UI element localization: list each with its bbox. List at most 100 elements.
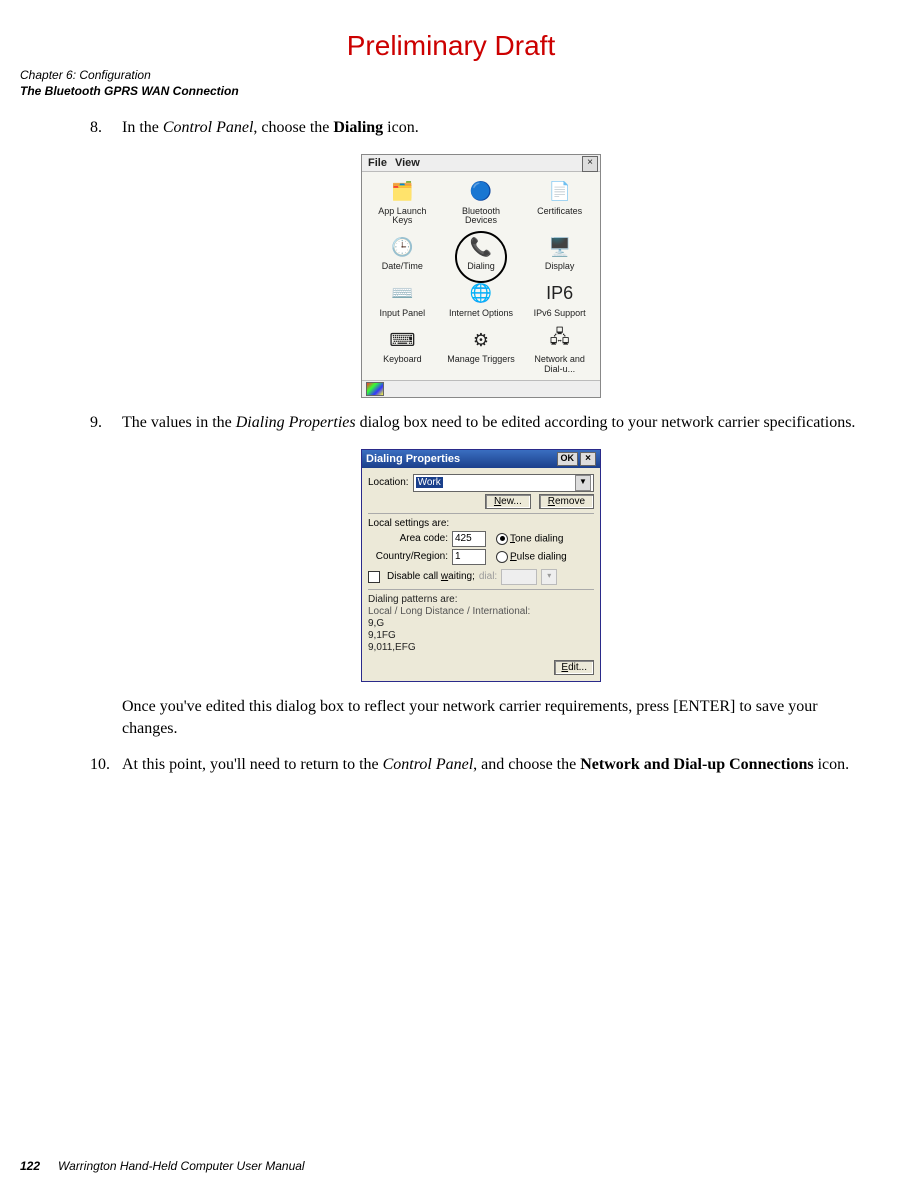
patterns-sub: Local / Long Distance / International: <box>368 606 594 618</box>
step-8-text: In the Control Panel, choose the Dialing… <box>122 117 872 139</box>
step-10-number: 10. <box>90 754 122 776</box>
step-8-number: 8. <box>90 117 122 139</box>
control-panel-item-label: Dialing <box>467 262 495 271</box>
ipv6-icon: IP6 <box>545 280 575 308</box>
text-fragment: In the <box>122 119 163 136</box>
certificates-icon: 📄 <box>545 178 575 206</box>
pattern-line-3: 9,011,EFG <box>368 642 594 654</box>
text-italic: Control Panel <box>383 756 474 773</box>
pulse-dialing-radio[interactable]: Pulse dialing <box>496 551 567 563</box>
control-panel-item-label: Network and Dial-u... <box>525 355 595 374</box>
text-fragment: dialog box need to be edited according t… <box>356 414 856 431</box>
dialog-titlebar: Dialing Properties OK × <box>362 450 600 468</box>
text-italic: Dialing Properties <box>236 414 356 431</box>
pattern-line-1: 9,G <box>368 618 594 630</box>
input-icon: ⌨️ <box>387 280 417 308</box>
text-fragment: At this point, you'll need to return to … <box>122 756 383 773</box>
display-icon: 🖥️ <box>545 233 575 261</box>
disable-call-waiting-label: Disable call waiting; <box>387 571 475 582</box>
footer-text: Warrington Hand-Held Computer User Manua… <box>58 1159 305 1173</box>
control-panel-item[interactable]: 🌐Internet Options <box>443 278 520 322</box>
taskbar <box>362 380 600 397</box>
text-fragment: , choose the <box>253 119 333 136</box>
control-panel-item[interactable]: ⚙Manage Triggers <box>443 324 520 378</box>
control-panel-item-label: App Launch Keys <box>367 207 437 226</box>
dial-label: dial: <box>479 571 497 582</box>
chevron-down-icon: ▾ <box>541 569 557 585</box>
chapter-header: Chapter 6: Configuration The Bluetooth G… <box>20 68 882 99</box>
control-panel-item-label: Bluetooth Devices <box>446 207 516 226</box>
country-region-label: Country/Region: <box>368 551 448 562</box>
date-icon: 🕒 <box>387 233 417 261</box>
text-italic: Control Panel <box>163 119 254 136</box>
location-label: Location: <box>368 477 409 488</box>
pattern-line-2: 9,1FG <box>368 630 594 642</box>
chevron-down-icon[interactable]: ▼ <box>575 475 591 491</box>
control-panel-item-label: Date/Time <box>382 262 423 271</box>
dialing-properties-screenshot: Dialing Properties OK × Location: Work ▼ <box>90 449 872 682</box>
area-code-input[interactable]: 425 <box>452 531 486 547</box>
location-combobox[interactable]: Work ▼ <box>413 474 594 492</box>
page-number: 122 <box>20 1159 40 1173</box>
text-fragment: , and choose the <box>473 756 580 773</box>
close-icon[interactable]: × <box>580 452 596 466</box>
disable-call-waiting-checkbox[interactable] <box>368 571 383 583</box>
location-value: Work <box>416 477 443 488</box>
ok-button[interactable]: OK <box>557 452 579 466</box>
step-9-followup: Once you've edited this dialog box to re… <box>90 696 872 741</box>
tone-dialing-radio[interactable]: Tone dialing <box>496 533 563 545</box>
control-panel-item-label: Keyboard <box>383 355 422 364</box>
edit-button[interactable]: Edit... <box>554 660 594 675</box>
menu-view[interactable]: View <box>395 157 420 169</box>
control-panel-item-label: IPv6 Support <box>534 309 586 318</box>
control-panel-item[interactable]: 🗂️App Launch Keys <box>364 176 441 230</box>
text-fragment: The values in the <box>122 414 236 431</box>
control-panel-item[interactable]: 🕒Date/Time <box>364 231 441 275</box>
step-10-text: At this point, you'll need to return to … <box>122 754 872 776</box>
network-icon: 🖧 <box>545 326 575 354</box>
control-panel-item[interactable]: 🖧Network and Dial-u... <box>521 324 598 378</box>
step-8: 8. In the Control Panel, choose the Dial… <box>90 117 872 139</box>
control-panel-item-label: Internet Options <box>449 309 513 318</box>
dialing-patterns: Dialing patterns are: Local / Long Dista… <box>368 594 594 654</box>
text-fragment: icon. <box>383 119 419 136</box>
manage-icon: ⚙ <box>466 326 496 354</box>
country-region-input[interactable]: 1 <box>452 549 486 565</box>
control-panel-screenshot: File View × 🗂️App Launch Keys🔵Bluetooth … <box>90 154 872 399</box>
control-panel-item-label: Input Panel <box>380 309 426 318</box>
remove-button[interactable]: Remove <box>539 494 594 509</box>
control-panel-item[interactable]: 📄Certificates <box>521 176 598 230</box>
text-bold: Dialing <box>333 119 383 136</box>
control-panel-item-label: Certificates <box>537 207 582 216</box>
local-settings-label: Local settings are: <box>368 518 594 529</box>
dial-input-disabled <box>501 569 537 585</box>
close-button[interactable]: × <box>582 156 598 172</box>
control-panel-item[interactable]: ⌨Keyboard <box>364 324 441 378</box>
start-icon[interactable] <box>366 382 384 396</box>
control-panel-item[interactable]: 🔵Bluetooth Devices <box>443 176 520 230</box>
control-panel-item[interactable]: ⌨️Input Panel <box>364 278 441 322</box>
keyboard-icon: ⌨ <box>387 326 417 354</box>
step-9-number: 9. <box>90 412 122 434</box>
patterns-label: Dialing patterns are: <box>368 594 594 606</box>
internet-icon: 🌐 <box>466 280 496 308</box>
dialing-icon: 📞 <box>466 233 496 261</box>
menu-file[interactable]: File <box>368 157 387 169</box>
control-panel-item-label: Manage Triggers <box>447 355 515 364</box>
step-9: 9. The values in the Dialing Properties … <box>90 412 872 434</box>
dialog-title: Dialing Properties <box>366 453 460 465</box>
control-panel-item[interactable]: 🖥️Display <box>521 231 598 275</box>
chapter-line: Chapter 6: Configuration <box>20 68 882 84</box>
section-title: The Bluetooth GPRS WAN Connection <box>20 84 882 100</box>
text-bold: Network and Dial-up Connections <box>580 756 813 773</box>
page-footer: 122 Warrington Hand-Held Computer User M… <box>20 1159 305 1173</box>
control-panel-item-label: Display <box>545 262 575 271</box>
dialing-properties-window: Dialing Properties OK × Location: Work ▼ <box>361 449 601 682</box>
app-icon: 🗂️ <box>387 178 417 206</box>
bluetooth-icon: 🔵 <box>466 178 496 206</box>
new-button[interactable]: New... <box>485 494 531 509</box>
text-fragment: icon. <box>814 756 850 773</box>
control-panel-item[interactable]: 📞Dialing <box>443 231 520 275</box>
control-panel-item[interactable]: IP6IPv6 Support <box>521 278 598 322</box>
area-code-label: Area code: <box>368 533 448 544</box>
